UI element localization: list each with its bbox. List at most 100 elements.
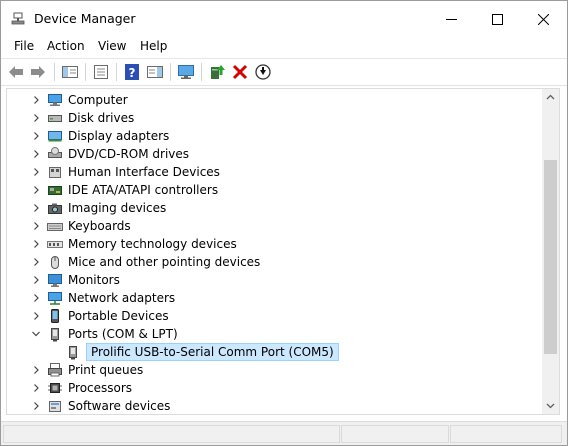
chevron-right-icon[interactable] [31,203,41,213]
title-bar[interactable]: Device Manager [1,1,567,37]
chevron-right-icon[interactable] [31,365,41,375]
tree-category-item[interactable]: Print queues [7,361,543,379]
update-driver-icon[interactable] [208,63,226,81]
memory-icon [47,241,63,248]
toolbar-separator [85,63,86,81]
tree-item-label: Monitors [68,273,120,287]
uninstall-icon[interactable] [231,63,249,81]
maximize-button[interactable] [475,1,521,37]
menu-action[interactable]: Action [47,39,85,53]
menu-file[interactable]: File [14,39,34,53]
tree-item-label: Computer [68,93,128,107]
chevron-right-icon[interactable] [31,113,41,123]
minimize-icon [446,19,457,20]
tree-item-label: Imaging devices [68,201,167,215]
tree-category-item[interactable]: Human Interface Devices [7,163,543,181]
tree-child-item[interactable]: Prolific USB-to-Serial Comm Port (COM5) [7,343,543,361]
tree-category-item[interactable]: Software devices [7,397,543,414]
tree-category-item[interactable]: Disk drives [7,109,543,127]
tree-item-label: IDE ATA/ATAPI controllers [68,183,219,197]
tree-category-item[interactable]: Memory technology devices [7,235,543,253]
processor-icon [48,383,62,393]
tree-category-item[interactable]: Mice and other pointing devices [7,253,543,271]
tree-category-item[interactable]: Keyboards [7,217,543,235]
printer-icon [48,363,62,377]
tree-category-item[interactable]: Computer [7,91,543,109]
menu-bar: File Action View Help [1,37,567,57]
tree-category-item[interactable]: Network adapters [7,289,543,307]
help-icon[interactable]: ? [123,63,141,81]
device-manager-window: Device Manager File Action View Help ? C… [0,0,568,446]
chevron-right-icon[interactable] [31,311,41,321]
tree-category-item[interactable]: Portable Devices [7,307,543,325]
chevron-right-icon[interactable] [31,185,41,195]
dvd-drive-icon [48,147,62,158]
menu-view[interactable]: View [98,39,126,53]
chevron-right-icon[interactable] [31,293,41,303]
chevron-right-icon[interactable] [31,149,41,159]
back-icon[interactable] [7,63,25,81]
tree-item-label: Memory technology devices [68,237,237,251]
port-icon [51,328,59,342]
forward-icon[interactable] [29,63,47,81]
tree-category-item[interactable]: IDE ATA/ATAPI controllers [7,181,543,199]
chevron-down-icon[interactable] [31,329,41,339]
chevron-right-icon[interactable] [31,131,41,141]
tree-item-label: Ports (COM & LPT) [68,327,178,341]
tree-item-label: Prolific USB-to-Serial Comm Port (COM5) [86,343,339,361]
disable-device-icon[interactable] [254,63,272,81]
chevron-up-icon [546,94,555,100]
scrollbar-thumb[interactable] [544,160,557,354]
properties-icon[interactable] [92,63,110,81]
status-pane-tertiary [450,425,562,443]
portable-device-icon [51,309,59,323]
status-bar [1,421,567,445]
minimize-button[interactable] [429,1,475,37]
action-pane-icon[interactable] [146,63,164,81]
close-icon [538,14,549,25]
chevron-right-icon[interactable] [31,401,41,411]
ide-controller-icon [48,186,62,195]
tree-item-label: Portable Devices [68,309,169,323]
tree-item-label: Display adapters [68,129,170,143]
port-icon [69,346,77,360]
chevron-right-icon[interactable] [31,257,41,267]
display-adapter-icon [48,131,62,142]
toolbar-separator [170,63,171,81]
tree-item-label: Human Interface Devices [68,165,220,179]
chevron-down-icon [546,403,555,409]
tree-item-label: Disk drives [68,111,135,125]
toolbar: ? [1,58,567,86]
chevron-right-icon[interactable] [31,167,41,177]
window-title: Device Manager [34,11,136,26]
vertical-scrollbar[interactable] [542,88,560,415]
status-pane-secondary [341,425,449,443]
maximize-icon [492,14,503,25]
status-pane-main [3,425,340,443]
chevron-right-icon[interactable] [31,239,41,249]
tree-category-item[interactable]: Monitors [7,271,543,289]
chevron-right-icon[interactable] [31,275,41,285]
chevron-right-icon[interactable] [31,383,41,393]
tree-category-item[interactable]: Display adapters [7,127,543,145]
tree-item-label: Processors [68,381,133,395]
tree-category-item[interactable]: Ports (COM & LPT) [7,325,543,343]
scan-hardware-icon[interactable] [177,63,195,81]
scroll-up-button[interactable] [542,89,559,106]
device-tree[interactable]: Computer Disk drives Display adapters DVD/C… [6,88,543,415]
toolbar-separator [201,63,202,81]
monitor-icon [48,274,62,287]
toolbar-separator [54,63,55,81]
tree-category-item[interactable]: Imaging devices [7,199,543,217]
device-manager-app-icon [11,12,25,25]
mouse-icon [51,256,59,269]
scroll-down-button[interactable] [542,397,559,414]
chevron-right-icon[interactable] [31,95,41,105]
close-button[interactable] [521,1,567,37]
show-hide-console-tree-icon[interactable] [61,63,79,81]
menu-help[interactable]: Help [140,39,167,53]
tree-category-item[interactable]: Processors [7,379,543,397]
chevron-right-icon[interactable] [31,221,41,231]
tree-item-label: DVD/CD-ROM drives [68,147,190,161]
tree-category-item[interactable]: DVD/CD-ROM drives [7,145,543,163]
